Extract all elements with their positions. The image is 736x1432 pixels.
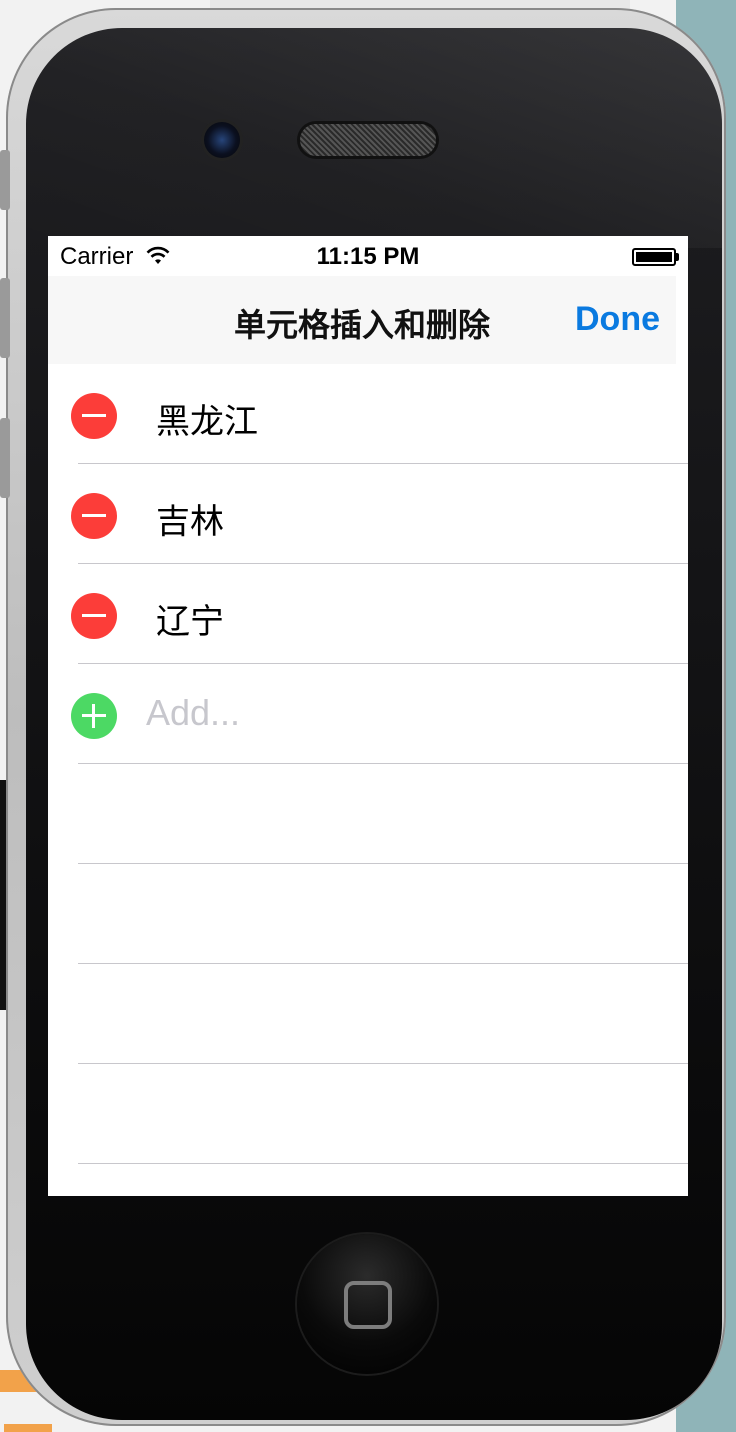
navigation-bar: 单元格插入和删除 Done [48, 276, 676, 364]
delete-icon[interactable] [71, 593, 117, 639]
status-time: 11:15 PM [316, 243, 420, 270]
add-row[interactable] [48, 664, 688, 764]
background-tag-bottom [4, 1424, 52, 1432]
table-row[interactable]: 吉林 [48, 464, 688, 564]
row-separator [78, 1163, 688, 1164]
empty-table-row [48, 964, 688, 1064]
status-bar: Carrier 11:15 PM [48, 236, 688, 276]
mute-switch [0, 150, 10, 210]
add-item-input[interactable] [144, 688, 568, 738]
volume-up-button [0, 278, 10, 358]
row-label: 吉林 [156, 502, 224, 542]
editable-table-view: 黑龙江 吉林 辽宁 [48, 364, 688, 1164]
battery-nub [676, 253, 679, 261]
insert-icon[interactable] [71, 693, 117, 739]
row-label: 黑龙江 [156, 402, 258, 442]
done-button[interactable]: Done [575, 300, 660, 339]
delete-icon[interactable] [71, 393, 117, 439]
table-row[interactable]: 辽宁 [48, 564, 688, 664]
delete-icon[interactable] [71, 493, 117, 539]
minus-bar [82, 414, 106, 417]
empty-table-row [48, 1064, 688, 1164]
front-camera-icon [204, 122, 240, 158]
simulator-screen: Carrier 11:15 PM 单元格插入和删除 Done 黑龙江吉林辽宁 [48, 236, 688, 1196]
empty-table-row [48, 764, 688, 864]
table-row[interactable]: 黑龙江 [48, 364, 688, 464]
empty-table-row [48, 864, 688, 964]
row-label: 辽宁 [156, 602, 224, 642]
home-button[interactable] [297, 1234, 437, 1374]
minus-bar [82, 614, 106, 617]
battery-level-fill [636, 252, 672, 262]
minus-bar [82, 514, 106, 517]
volume-down-button [0, 418, 10, 498]
speaker-grille [300, 124, 436, 156]
battery-full-icon [632, 248, 679, 266]
plus-bar-vertical [92, 704, 95, 728]
home-square-icon [344, 1281, 392, 1329]
